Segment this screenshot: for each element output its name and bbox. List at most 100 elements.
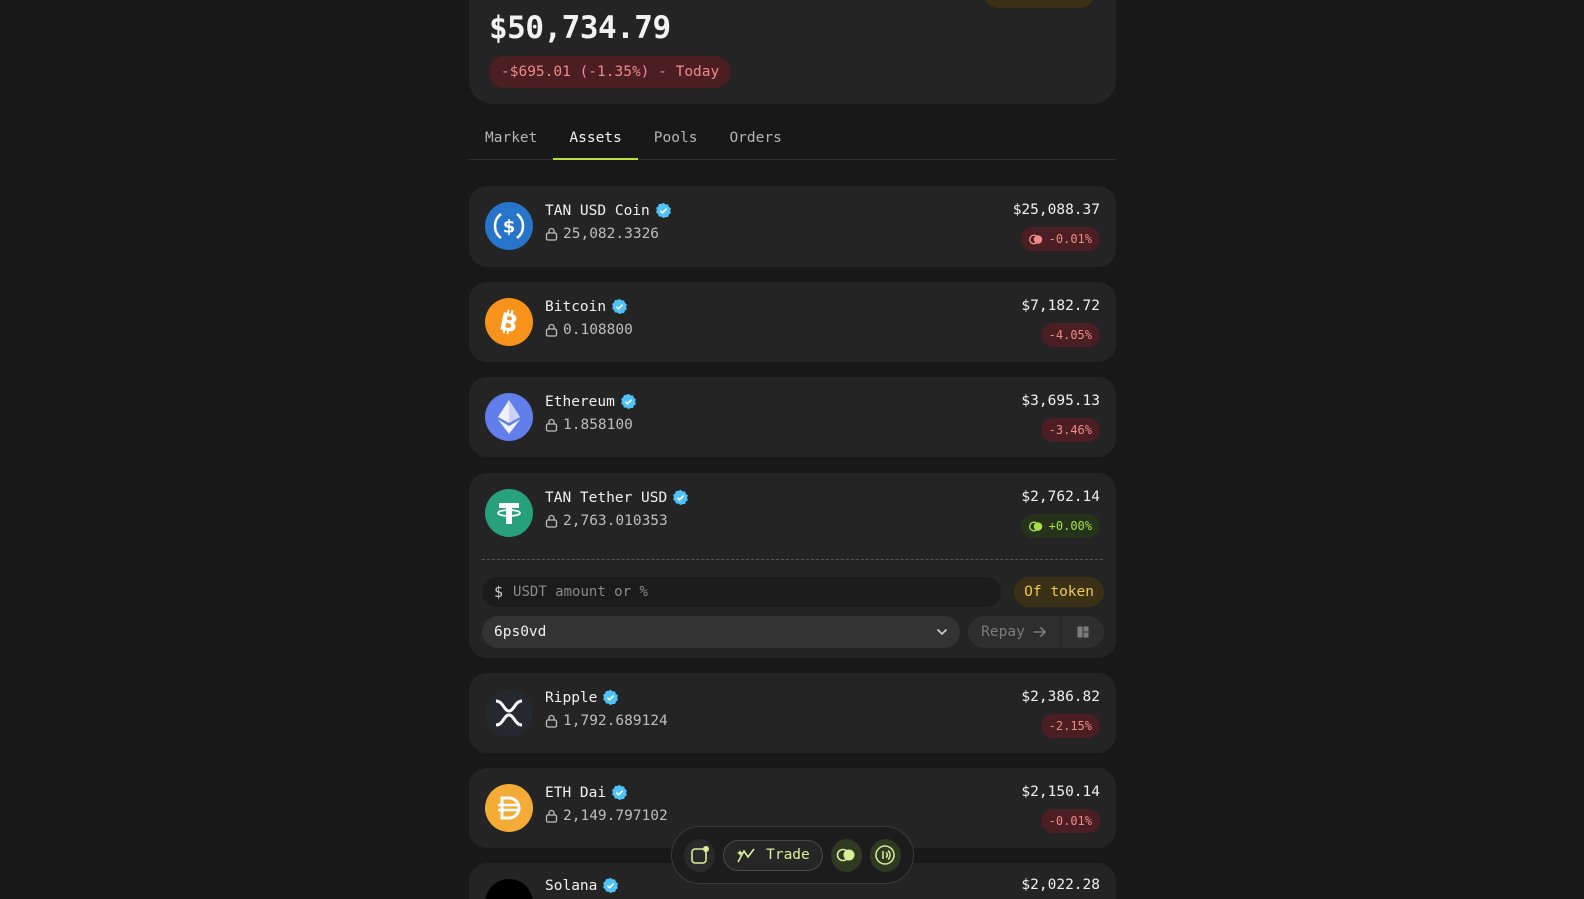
asset-value: $2,022.28 (1021, 877, 1100, 893)
asset-amount: 25,082.3326 (563, 226, 660, 242)
asset-amount-row: 1,792.689124 (545, 713, 668, 729)
asset-card-bitcoin[interactable]: B Bitcoin 0.108800 $7,182.72 -4.05% (469, 282, 1116, 362)
lock-icon (545, 323, 558, 337)
asset-card-tether-expanded[interactable]: TAN Tether USD 2,763.010353 $2,762.14 +0… (469, 473, 1116, 658)
tab-orders[interactable]: Orders (713, 124, 797, 160)
lock-icon (545, 418, 558, 432)
selected-account: 6ps0vd (494, 624, 547, 640)
bottom-dock: Trade (671, 826, 914, 884)
svg-text:$: $ (503, 217, 516, 238)
asset-name-row: TAN Tether USD (545, 489, 689, 506)
change-badge: -2.15% (1040, 714, 1100, 738)
trade-button[interactable]: Trade (723, 839, 823, 871)
trade-label: Trade (766, 847, 810, 863)
lock-icon (545, 514, 558, 528)
usdc-icon: $ (485, 202, 533, 250)
swap-button[interactable] (830, 838, 862, 872)
solana-icon (485, 879, 533, 899)
daily-change-badge: -$695.01 (-1.35%) - Today (489, 56, 732, 88)
header-action-pill[interactable] (984, 0, 1094, 8)
asset-name: Solana (545, 877, 598, 894)
asset-amount: 0.108800 (563, 322, 633, 338)
change-percent: -4.05% (1048, 328, 1092, 342)
asset-amount-row: 2,149.797102 (545, 808, 668, 824)
asset-card-ripple[interactable]: Ripple 1,792.689124 $2,386.82 -2.15% (469, 673, 1116, 753)
tab-pools[interactable]: Pools (638, 124, 714, 160)
tab-assets[interactable]: Assets (553, 124, 638, 160)
sparkle-chart-icon (737, 848, 755, 863)
asset-card-usdc[interactable]: $ TAN USD Coin 25,082.3326 $25,088.37 -0… (469, 186, 1116, 267)
linked-circles-icon (1028, 234, 1042, 244)
asset-name-row: TAN USD Coin (545, 202, 672, 219)
asset-name: TAN Tether USD (545, 489, 668, 506)
change-percent: -3.46% (1048, 423, 1092, 437)
asset-name-row: Ethereum (545, 393, 637, 410)
asset-tabs: Market Assets Pools Orders (469, 124, 1116, 160)
asset-amount: 2,763.010353 (563, 513, 668, 529)
chevron-down-icon (936, 628, 948, 636)
asset-name: Ripple (545, 689, 598, 706)
change-badge: -3.46% (1040, 418, 1100, 442)
asset-value: $2,762.14 (1021, 489, 1100, 505)
asset-name-row: Bitcoin (545, 298, 628, 315)
amount-field[interactable]: $ (482, 577, 1001, 607)
of-token-button[interactable]: Of token (1014, 577, 1104, 607)
asset-amount-row: 2,763.010353 (545, 513, 668, 529)
repay-label: Repay (981, 624, 1025, 640)
asset-name: Ethereum (545, 393, 615, 410)
change-badge: -0.01% (1040, 809, 1100, 833)
tether-icon (485, 489, 533, 537)
change-badge: +0.00% (1020, 514, 1100, 538)
change-percent: -0.01% (1048, 232, 1092, 246)
section-divider (482, 559, 1103, 560)
account-select[interactable]: 6ps0vd (482, 616, 960, 648)
lock-icon (545, 714, 558, 728)
change-percent: -0.01% (1048, 814, 1092, 828)
verified-icon (612, 784, 628, 801)
verified-icon (620, 393, 636, 410)
lock-icon (545, 809, 558, 823)
verified-icon (603, 877, 619, 894)
asset-amount-row: 0.108800 (545, 322, 633, 338)
ethereum-icon (485, 393, 533, 441)
dollar-icon: $ (494, 583, 504, 601)
total-balance: $50,734.79 (489, 10, 671, 46)
asset-name: ETH Dai (545, 784, 607, 801)
ripple-icon (485, 689, 533, 737)
notification-square-icon (690, 846, 709, 864)
wallet-button[interactable] (684, 838, 716, 872)
repay-button[interactable]: Repay (968, 616, 1060, 648)
grid-icon (1077, 626, 1089, 638)
amount-input[interactable] (513, 584, 954, 600)
asset-name: TAN USD Coin (545, 202, 650, 219)
asset-value: $3,695.13 (1021, 393, 1100, 409)
asset-value: $25,088.37 (1012, 202, 1100, 218)
lock-icon (545, 227, 558, 241)
verified-icon (603, 689, 619, 706)
broadcast-button[interactable] (869, 838, 901, 872)
balance-card: $50,734.79 -$695.01 (-1.35%) - Today (469, 0, 1116, 104)
asset-amount: 1.858100 (563, 417, 633, 433)
tab-market[interactable]: Market (469, 124, 553, 160)
asset-amount-row: 25,082.3326 (545, 226, 659, 242)
asset-amount-row: 1.858100 (545, 417, 633, 433)
asset-name: Bitcoin (545, 298, 607, 315)
linked-circles-icon (1028, 521, 1042, 531)
asset-amount: 1,792.689124 (563, 713, 668, 729)
dai-icon (485, 784, 533, 832)
linked-circles-icon (837, 848, 855, 862)
signal-icon (875, 845, 896, 865)
asset-value: $2,150.14 (1021, 784, 1100, 800)
change-badge: -0.01% (1020, 227, 1100, 251)
change-percent: +0.00% (1048, 519, 1092, 533)
asset-name-row: Solana (545, 877, 619, 894)
bitcoin-icon: B (485, 298, 533, 346)
verified-icon (612, 298, 628, 315)
change-percent: -2.15% (1048, 719, 1092, 733)
arrow-right-icon (1033, 626, 1046, 638)
asset-value: $2,386.82 (1021, 689, 1100, 705)
layout-toggle-button[interactable] (1062, 616, 1104, 648)
asset-card-ethereum[interactable]: Ethereum 1.858100 $3,695.13 -3.46% (469, 377, 1116, 457)
asset-name-row: Ripple (545, 689, 619, 706)
change-badge: -4.05% (1040, 323, 1100, 347)
